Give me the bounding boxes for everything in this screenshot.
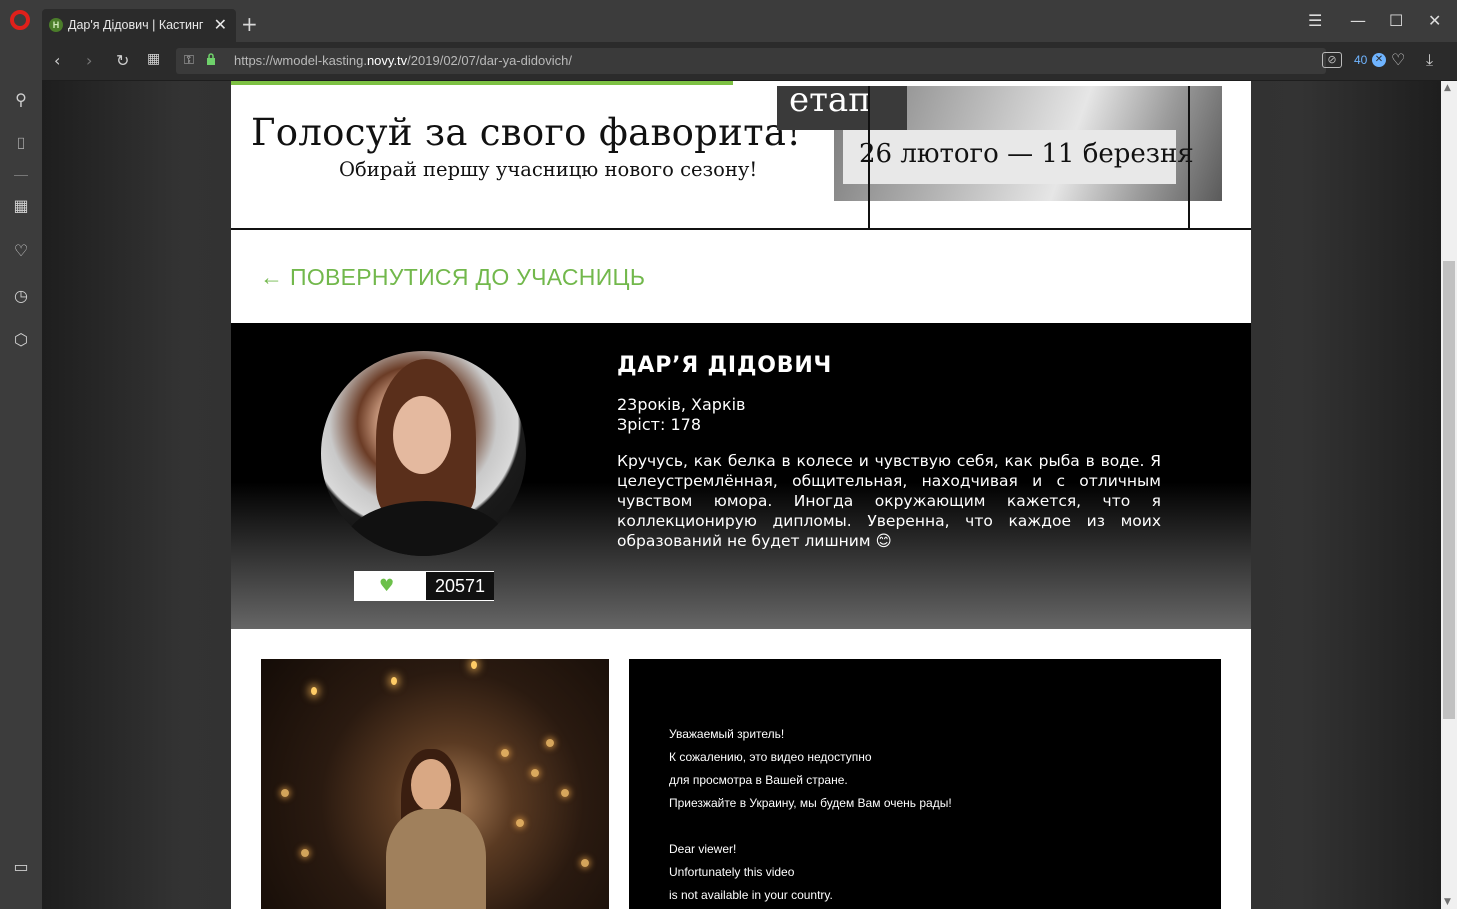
participant-name: ДАР’Я ДІДОВИЧ: [617, 353, 833, 378]
scroll-thumb[interactable]: [1443, 261, 1455, 719]
participant-photo[interactable]: [261, 659, 609, 909]
participant-bio: Кручусь, как белка в колесе и чувствую с…: [617, 452, 1161, 550]
voting-dates: 26 лютого — 11 березня: [859, 139, 1194, 169]
scroll-up-icon[interactable]: ▲: [1444, 83, 1451, 93]
blocked-count: 40: [1354, 53, 1368, 67]
opera-menu-icon[interactable]: [10, 10, 30, 30]
bookmark-heart-icon[interactable]: ♡: [1391, 50, 1405, 69]
tab-title: Дар'я Дідович | Кастинг: [68, 18, 204, 32]
key-icon[interactable]: ⚿: [184, 53, 194, 68]
participant-avatar: [321, 351, 526, 556]
banner-title: Голосуй за свого фаворита!: [251, 111, 802, 154]
tab-close-icon[interactable]: ✕: [214, 15, 227, 34]
new-tab-icon[interactable]: +: [241, 12, 258, 36]
speed-dial-grid-icon[interactable]: ▦: [11, 196, 31, 216]
back-icon[interactable]: ‹: [54, 51, 60, 70]
video-notice-line: is not available in your country.: [669, 888, 833, 902]
tracker-block-icon[interactable]: ✕: [1372, 53, 1386, 67]
address-bar[interactable]: ⚿ https://wmodel-kasting.novy.tv/2019/02…: [176, 48, 1326, 74]
stage-label: етап: [789, 81, 871, 120]
vertical-scrollbar[interactable]: ▲ ▼: [1441, 81, 1457, 909]
banner-line-left: [868, 86, 870, 229]
forward-icon[interactable]: ›: [86, 51, 92, 70]
video-notice-line: для просмотра в Вашей стране.: [669, 773, 848, 787]
minimize-icon[interactable]: —: [1350, 11, 1366, 30]
video-notice-line: К сожалению, это видео недоступно: [669, 750, 872, 764]
speed-dial-icon[interactable]: ▦: [147, 51, 160, 67]
vote-heart-icon[interactable]: ♥: [379, 576, 394, 596]
close-window-icon[interactable]: ✕: [1428, 11, 1441, 30]
extensions-cube-icon[interactable]: ⬡: [11, 330, 31, 350]
bookmarks-heart-icon[interactable]: ♡: [11, 241, 31, 261]
maximize-icon[interactable]: ☐: [1389, 11, 1403, 30]
stage-label-box: етап: [777, 81, 907, 130]
browser-tab-active[interactable]: Н Дар'я Дідович | Кастинг ✕: [42, 9, 236, 42]
sidebar-toggle-icon[interactable]: ▭: [11, 857, 31, 877]
search-icon[interactable]: ⚲: [11, 90, 31, 110]
sidebar-divider: [14, 175, 28, 176]
url-text: https://wmodel-kasting.novy.tv/2019/02/0…: [234, 53, 572, 68]
adblock-icon[interactable]: ⊘: [1322, 52, 1342, 68]
download-icon[interactable]: ⤓: [1426, 50, 1433, 70]
tab-menu-icon[interactable]: ☰: [1308, 11, 1322, 30]
browser-titlebar: Н Дар'я Дідович | Кастинг ✕ + ☰ — ☐ ✕: [0, 0, 1457, 42]
site-favicon-icon: Н: [49, 18, 63, 32]
history-clock-icon[interactable]: ◷: [11, 286, 31, 306]
banner-line-right: [1188, 86, 1190, 229]
browser-sidebar: ⚲ ⌷ ▦ ♡ ◷ ⬡ ▭: [0, 42, 42, 909]
scroll-down-icon[interactable]: ▼: [1444, 897, 1451, 907]
vote-count: 20571: [426, 572, 494, 600]
vote-widget[interactable]: ♥ 20571: [354, 571, 494, 601]
video-notice-line: Уважаемый зритель!: [669, 727, 785, 741]
video-notice-line: Dear viewer!: [669, 842, 737, 856]
back-to-participants-link[interactable]: ← ПОВЕРНУТИСЯ ДО УЧАСНИЦЬ: [260, 264, 645, 291]
banner-subtitle: Обирай першу учасницю нового сезону!: [339, 158, 758, 181]
reload-icon[interactable]: ↻: [116, 51, 129, 70]
participant-profile: ♥ 20571 ДАР’Я ДІДОВИЧ 23років, Харків Зр…: [231, 323, 1251, 629]
participant-height: Зріст: 178: [617, 415, 701, 434]
participant-age-city: 23років, Харків: [617, 395, 746, 414]
snapshot-camera-icon[interactable]: ⌷: [11, 134, 31, 154]
video-notice-line: Unfortunately this video: [669, 865, 795, 879]
progress-accent-bar: [231, 81, 733, 85]
video-player[interactable]: Уважаемый зритель! К сожалению, это виде…: [629, 659, 1221, 909]
video-notice-line: Приезжайте в Украину, мы будем Вам очень…: [669, 796, 952, 810]
voting-dates-box: 26 лютого — 11 березня: [843, 130, 1194, 184]
browser-toolbar: ‹ › ↻ ▦ ⚿ https://wmodel-kasting.novy.tv…: [42, 42, 1457, 81]
lock-icon[interactable]: [206, 53, 216, 65]
banner-underline: [231, 228, 1251, 230]
page-content: Голосуй за свого фаворита! Обирай першу …: [231, 81, 1251, 909]
